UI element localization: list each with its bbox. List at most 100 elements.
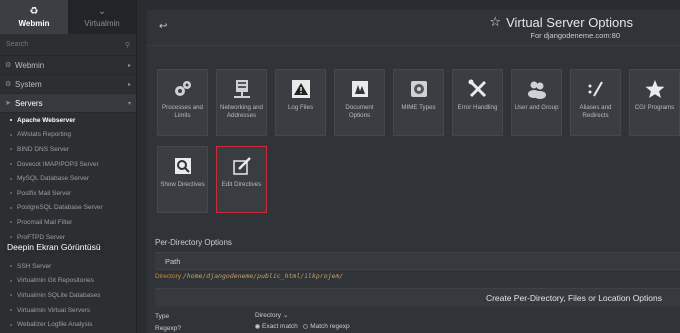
tab-webmin-label: Webmin bbox=[18, 19, 50, 28]
sidebar-item-postfix[interactable]: Postfix Mail Server bbox=[0, 186, 136, 201]
icon-caption: Networking and Addresses bbox=[220, 104, 263, 119]
back-arrow-icon[interactable]: ↩ bbox=[159, 21, 167, 32]
sidebar-item-sqlite[interactable]: Virtualmin SQLite Databases bbox=[0, 288, 136, 303]
tab-webmin[interactable]: ♻ Webmin bbox=[0, 0, 68, 34]
users-icon bbox=[526, 78, 548, 100]
icon-caption: Edit Directives bbox=[221, 181, 262, 188]
sidebar-item-mysql[interactable]: MySQL Database Server bbox=[0, 171, 136, 186]
cog-icon: ⚙ bbox=[5, 81, 12, 88]
icon-caption: Aliases and Redirects bbox=[579, 104, 612, 119]
directory-path-link[interactable]: /home/djangodeneme/public_html/ilkprojem… bbox=[183, 272, 343, 280]
sidebar-item-label: Procmail Mail Filter bbox=[17, 218, 73, 226]
aliases-and-redirects-button[interactable]: Aliases and Redirects bbox=[570, 69, 621, 136]
sidebar-item-virtual-servers[interactable]: Virtualmin Virtual Servers bbox=[0, 303, 136, 318]
regexp-options: Exact match Match regexp bbox=[255, 323, 350, 330]
webmin-icon: ♻ bbox=[29, 6, 39, 17]
regexp-label: Regexp? bbox=[155, 324, 182, 332]
sidebar-item-label: Virtualmin SQLite Databases bbox=[17, 291, 101, 299]
mime-icon bbox=[408, 78, 430, 100]
search-icon: ⚲ bbox=[124, 41, 130, 49]
type-label: Type bbox=[155, 312, 170, 320]
chevron-right-icon: ▸ bbox=[127, 62, 131, 69]
screenshot-watermark: Deepin Ekran Görüntüsü bbox=[4, 240, 104, 254]
document-options-button[interactable]: Document Options bbox=[334, 69, 385, 136]
user-and-group-button[interactable]: User and Group bbox=[511, 69, 562, 136]
sidebar-section-webmin[interactable]: ⚙ Webmin ▸ bbox=[0, 56, 136, 75]
page-header: ↩ ☆ Virtual Server Options For djangoden… bbox=[147, 10, 680, 46]
networking-and-addresses-button[interactable]: Networking and Addresses bbox=[216, 69, 267, 136]
sidebar-section-servers[interactable]: ➤ Servers ▾ bbox=[0, 94, 136, 113]
search-input[interactable]: Search ⚲ bbox=[0, 34, 136, 56]
search-placeholder: Search bbox=[6, 41, 29, 48]
regexp-row: Regexp? Exact match Match regexp bbox=[155, 323, 455, 333]
cgi-programs-button[interactable]: CGI Programs bbox=[629, 69, 680, 136]
edit-icon bbox=[231, 155, 253, 177]
edit-directives-button[interactable]: Edit Directives bbox=[216, 146, 267, 213]
icon-caption: Processes and Limits bbox=[162, 104, 203, 119]
page-title: ☆ Virtual Server Options bbox=[489, 14, 633, 30]
sidebar-item-git[interactable]: Virtualmin Git Repositories bbox=[0, 274, 136, 289]
page-title-text: Virtual Server Options bbox=[506, 14, 633, 30]
type-select[interactable]: Directory ⌄ bbox=[255, 311, 288, 319]
icon-caption: Document Options bbox=[345, 104, 374, 119]
sidebar-section-system[interactable]: ⚙ System ▸ bbox=[0, 75, 136, 94]
sidebar-item-bind[interactable]: BIND DNS Server bbox=[0, 142, 136, 157]
exact-match-radio[interactable] bbox=[255, 323, 260, 329]
sidebar-item-label: Webalizer Logfile Analysis bbox=[17, 321, 93, 329]
section-label-servers: Servers bbox=[15, 98, 43, 108]
sidebar-item-label: Virtualmin Git Repositories bbox=[17, 277, 94, 285]
document-icon bbox=[349, 78, 371, 100]
redirect-icon bbox=[585, 78, 607, 100]
section-label-system: System bbox=[15, 79, 42, 89]
mime-types-button[interactable]: MIME Types bbox=[393, 69, 444, 136]
icon-caption: Show Directives bbox=[160, 181, 205, 188]
sidebar-item-label: Virtualmin Virtual Servers bbox=[17, 306, 91, 314]
tab-virtualmin[interactable]: ⌄ Virtualmin bbox=[68, 0, 136, 34]
path-column-header: Path bbox=[155, 252, 680, 270]
network-icon bbox=[231, 78, 253, 100]
sidebar-item-label: SSH Server bbox=[17, 262, 52, 270]
sidebar-item-label: BIND DNS Server bbox=[17, 145, 70, 153]
gear-icon: ⚙ bbox=[5, 62, 12, 69]
icon-caption: CGI Programs bbox=[634, 104, 675, 111]
exact-match-label: Exact match bbox=[262, 323, 298, 330]
tab-virtualmin-label: Virtualmin bbox=[84, 19, 120, 28]
sidebar-item-procmail[interactable]: Procmail Mail Filter bbox=[0, 215, 136, 230]
chevron-right-icon: ▸ bbox=[127, 81, 131, 88]
icon-caption: User and Group bbox=[514, 104, 559, 111]
main-panel: ↩ ☆ Virtual Server Options For djangoden… bbox=[147, 10, 680, 333]
sidebar: ♻ Webmin ⌄ Virtualmin Search ⚲ ⚙ Webmin … bbox=[0, 0, 137, 333]
warning-icon bbox=[290, 78, 312, 100]
directory-label: Directory bbox=[155, 273, 182, 280]
type-select-value: Directory bbox=[255, 312, 282, 319]
chevron-down-icon: ▾ bbox=[127, 100, 131, 107]
per-directory-heading: Per-Directory Options bbox=[155, 238, 232, 247]
match-regexp-label: Match regexp bbox=[310, 323, 350, 330]
directory-row[interactable]: Directory /home/djangodeneme/public_html… bbox=[155, 272, 343, 280]
error-handling-button[interactable]: Error Handling bbox=[452, 69, 503, 136]
icon-caption: MIME Types bbox=[401, 104, 436, 111]
magnifier-icon bbox=[172, 155, 194, 177]
create-options-heading: Create Per-Directory, Files or Location … bbox=[155, 288, 680, 307]
sidebar-item-ssh[interactable]: SSH Server bbox=[0, 259, 136, 274]
sidebar-item-apache[interactable]: Apache Webserver bbox=[0, 113, 136, 128]
gears-icon bbox=[172, 78, 194, 100]
sidebar-item-dovecot[interactable]: Dovecot IMAP/POP3 Server bbox=[0, 157, 136, 172]
icon-caption: Log Files bbox=[287, 104, 314, 111]
tools-icon bbox=[467, 78, 489, 100]
sidebar-item-postgresql[interactable]: PostgreSQL Database Server bbox=[0, 201, 136, 216]
log-files-button[interactable]: Log Files bbox=[275, 69, 326, 136]
sidebar-item-label: MySQL Database Server bbox=[17, 175, 90, 183]
show-directives-button[interactable]: Show Directives bbox=[157, 146, 208, 213]
type-row: Type Directory ⌄ bbox=[155, 311, 455, 321]
section-label-webmin: Webmin bbox=[15, 60, 45, 70]
sidebar-item-label: PostgreSQL Database Server bbox=[17, 204, 103, 212]
rocket-icon: ➤ bbox=[5, 100, 11, 107]
processes-and-limits-button[interactable]: Processes and Limits bbox=[157, 69, 208, 136]
sidebar-item-awstats[interactable]: AWstats Reporting bbox=[0, 128, 136, 143]
star-icon[interactable]: ☆ bbox=[489, 14, 501, 30]
chevron-down-icon: ⌄ bbox=[97, 6, 107, 17]
match-regexp-radio[interactable] bbox=[303, 323, 309, 329]
sidebar-item-webalizer[interactable]: Webalizer Logfile Analysis bbox=[0, 317, 136, 332]
sidebar-item-label: Apache Webserver bbox=[17, 116, 76, 124]
